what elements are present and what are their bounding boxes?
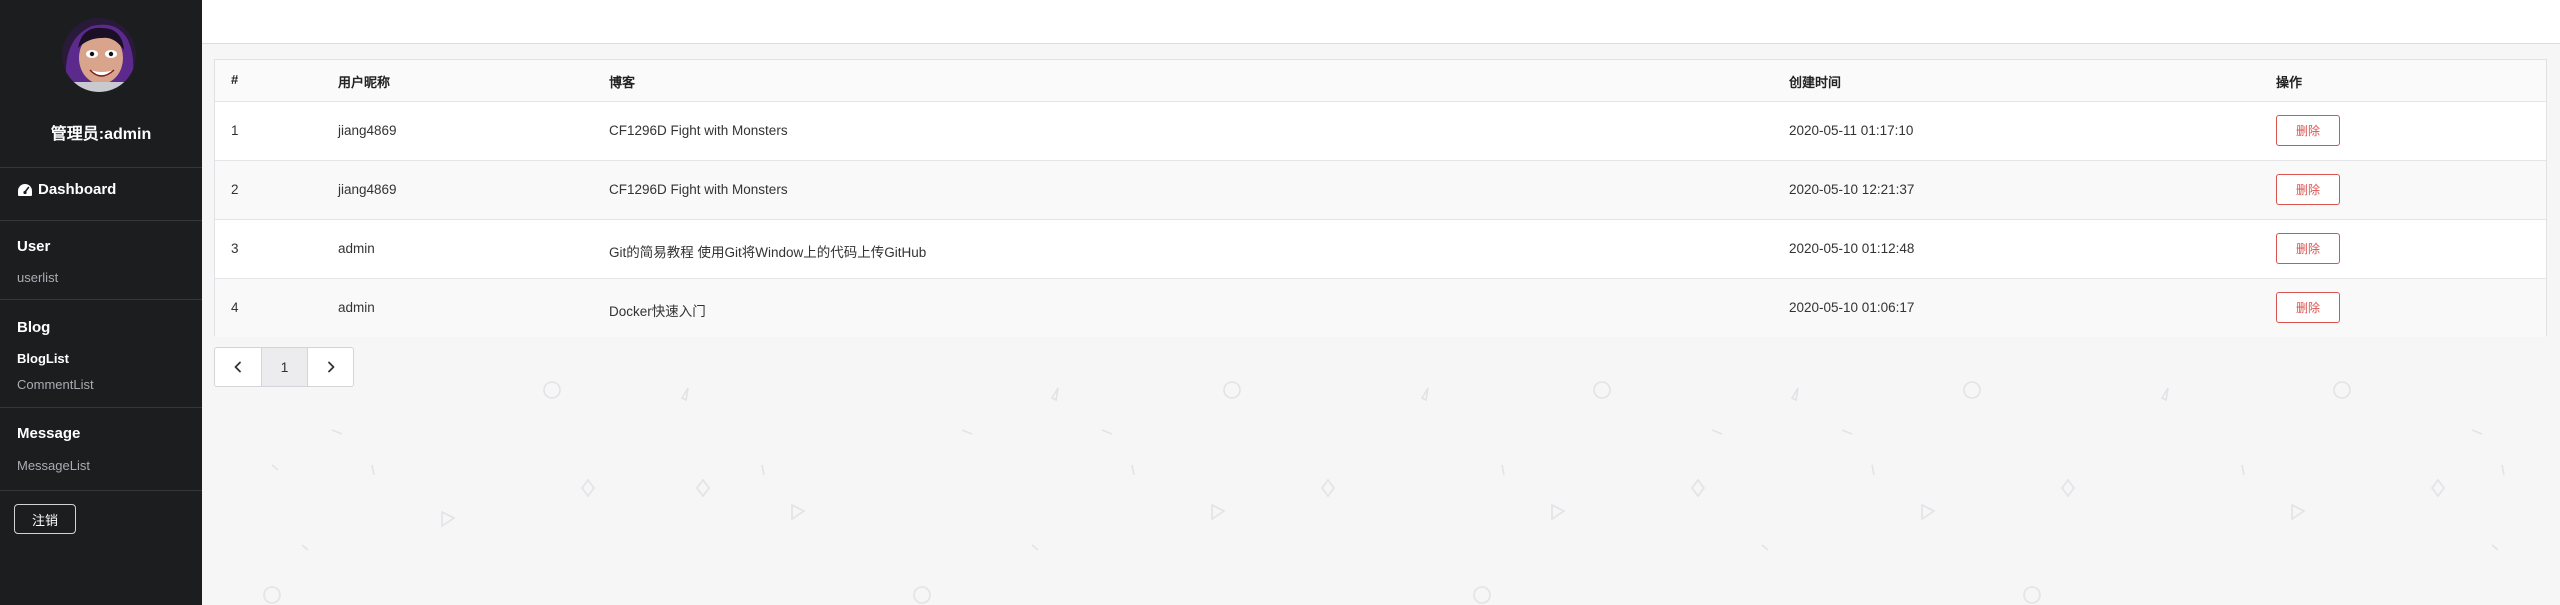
cell-blog: CF1296D Fight with Monsters [609, 123, 788, 138]
cell-created: 2020-05-10 12:21:37 [1789, 182, 1915, 197]
column-header-id: # [231, 72, 239, 87]
cell-created: 2020-05-11 01:17:10 [1789, 123, 1914, 138]
table-row: 4 admin Docker快速入门 2020-05-10 01:06:17 删… [215, 278, 2546, 337]
cell-blog: CF1296D Fight with Monsters [609, 182, 788, 197]
chevron-left-icon [234, 361, 241, 373]
sidebar-divider [0, 299, 202, 300]
cell-id: 4 [231, 300, 239, 315]
table-row: 1 jiang4869 CF1296D Fight with Monsters … [215, 101, 2546, 160]
sidebar-item-label: Dashboard [38, 181, 117, 198]
column-header-blog: 博客 [609, 75, 636, 90]
pagination-prev-button[interactable] [215, 348, 261, 386]
chevron-right-icon [327, 361, 334, 373]
column-header-action: 操作 [2276, 75, 2303, 90]
cell-id: 2 [231, 182, 239, 197]
table-row: 3 admin Git的简易教程 使用Git将Window上的代码上传GitHu… [215, 219, 2546, 278]
column-header-created: 创建时间 [1789, 75, 1842, 90]
cell-blog: Docker快速入门 [609, 304, 706, 319]
admin-name: 管理员:admin [50, 126, 152, 143]
top-bar [202, 0, 2560, 44]
cell-id: 3 [231, 241, 239, 256]
cell-created: 2020-05-10 01:06:17 [1789, 300, 1915, 315]
pagination-next-button[interactable] [307, 348, 353, 386]
pagination: 1 [214, 347, 354, 387]
table-header-row: # 用户昵称 博客 创建时间 操作 [215, 60, 2546, 101]
sidebar-divider [0, 220, 202, 221]
cell-created: 2020-05-10 01:12:48 [1789, 241, 1915, 256]
sidebar-item-bloglist[interactable]: BlogList [17, 351, 69, 366]
table-row: 2 jiang4869 CF1296D Fight with Monsters … [215, 160, 2546, 219]
sidebar-item-userlist[interactable]: userlist [17, 270, 58, 285]
delete-button[interactable]: 删除 [2276, 233, 2340, 264]
sidebar: 管理员:admin Dashboard User userlist Blog B… [0, 0, 202, 605]
sidebar-divider [0, 407, 202, 408]
logout-button[interactable]: 注销 [14, 504, 76, 534]
cell-user: jiang4869 [338, 182, 397, 197]
blog-comments-table: # 用户昵称 博客 创建时间 操作 1 jiang4869 CF1296D Fi… [214, 59, 2547, 337]
sidebar-item-messagelist[interactable]: MessageList [17, 458, 90, 473]
column-header-user: 用户昵称 [338, 75, 391, 90]
cell-user: jiang4869 [338, 123, 397, 138]
main-content: # 用户昵称 博客 创建时间 操作 1 jiang4869 CF1296D Fi… [202, 0, 2560, 605]
delete-button[interactable]: 删除 [2276, 115, 2340, 146]
cell-user: admin [338, 241, 375, 256]
sidebar-item-dashboard[interactable]: Dashboard [17, 181, 116, 198]
section-title-user: User [17, 238, 51, 255]
section-title-blog: Blog [17, 319, 51, 336]
delete-button[interactable]: 删除 [2276, 292, 2340, 323]
sidebar-item-commentlist[interactable]: CommentList [17, 377, 94, 392]
avatar-image [62, 18, 136, 92]
delete-button[interactable]: 删除 [2276, 174, 2340, 205]
cell-blog: Git的简易教程 使用Git将Window上的代码上传GitHub [609, 245, 927, 260]
dashboard-icon [18, 183, 32, 196]
sidebar-divider [0, 167, 202, 168]
pagination-page-button[interactable]: 1 [261, 348, 307, 386]
cell-user: admin [338, 300, 375, 315]
cell-id: 1 [231, 123, 239, 138]
sidebar-divider [0, 490, 202, 491]
section-title-message: Message [17, 425, 81, 442]
avatar[interactable] [62, 18, 136, 92]
